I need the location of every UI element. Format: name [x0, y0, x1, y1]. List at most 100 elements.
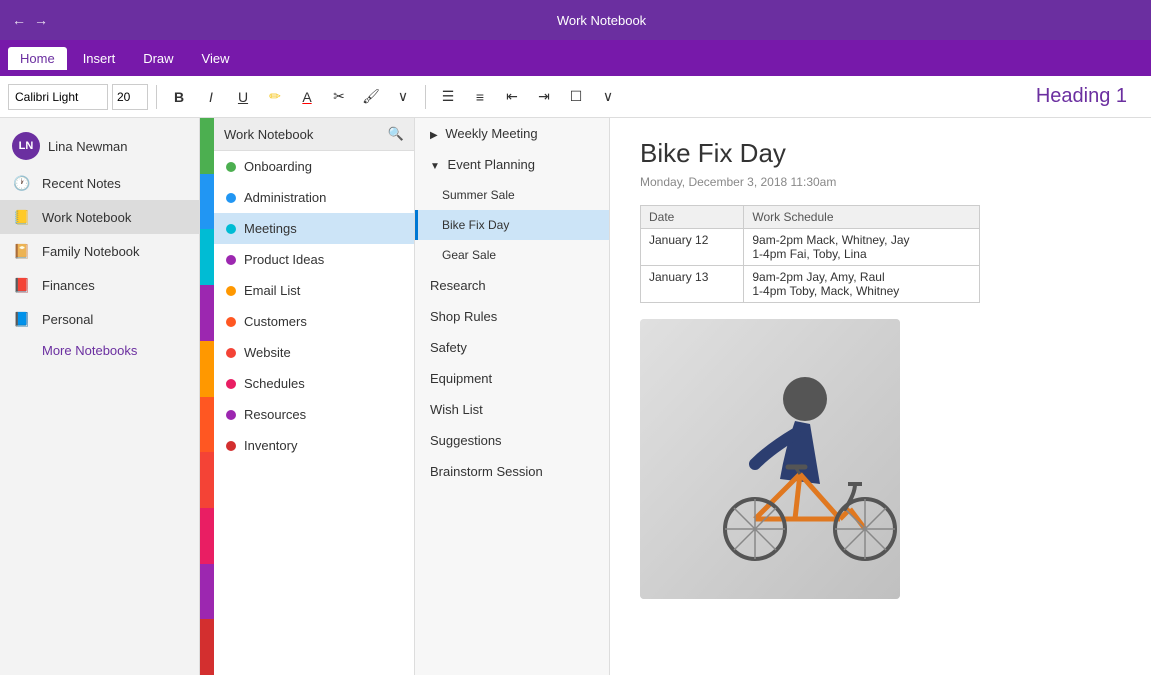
color-tabs: [200, 118, 214, 675]
highlight-button[interactable]: ✏: [261, 83, 289, 111]
font-size-input[interactable]: [112, 84, 148, 110]
user-row[interactable]: LN Lina Newman: [0, 126, 199, 166]
section-inventory[interactable]: Inventory: [214, 430, 414, 461]
sidebar-item-personal[interactable]: 📘 Personal: [0, 302, 199, 336]
section-label-meetings: Meetings: [244, 221, 297, 236]
table-header-schedule: Work Schedule: [744, 206, 980, 229]
page-label-research: Research: [430, 278, 486, 293]
page-label-safety: Safety: [430, 340, 467, 355]
forward-button[interactable]: →: [34, 12, 48, 28]
section-resources[interactable]: Resources: [214, 399, 414, 430]
table-cell-date-1: January 13: [641, 266, 744, 303]
menu-item-home[interactable]: Home: [8, 47, 67, 70]
section-meetings[interactable]: Meetings: [214, 213, 414, 244]
page-label-shop-rules: Shop Rules: [430, 309, 497, 324]
color-tab-4: [200, 341, 214, 397]
section-label-inventory: Inventory: [244, 438, 297, 453]
recent-notes-icon: 🕐: [12, 173, 32, 193]
section-dot-administration: [226, 193, 236, 203]
section-dot-meetings: [226, 224, 236, 234]
sidebar-item-family-notebook[interactable]: 📔 Family Notebook: [0, 234, 199, 268]
color-tab-8: [200, 564, 214, 620]
toolbar-separator-1: [156, 85, 157, 109]
back-button[interactable]: ←: [12, 12, 26, 28]
italic-button[interactable]: I: [197, 83, 225, 111]
page-event-planning[interactable]: ▼ Event Planning: [415, 149, 609, 180]
page-label-event-planning: Event Planning: [448, 157, 535, 172]
page-gear-sale[interactable]: Gear Sale: [415, 240, 609, 270]
sections-header: Work Notebook 🔍: [214, 118, 414, 151]
personal-icon: 📘: [12, 309, 32, 329]
section-label-product-ideas: Product Ideas: [244, 252, 324, 267]
list-dropdown-button[interactable]: ∨: [594, 83, 622, 111]
table-header-date: Date: [641, 206, 744, 229]
page-wish-list[interactable]: Wish List: [415, 394, 609, 425]
page-meta: Monday, December 3, 2018 11:30am: [640, 175, 1121, 189]
font-color-button[interactable]: A: [293, 83, 321, 111]
table-row: January 13 9am-2pm Jay, Amy, Raul 1-4pm …: [641, 266, 980, 303]
paint-button[interactable]: 🖌: [357, 83, 385, 111]
sidebar-item-recent-notes[interactable]: 🕐 Recent Notes: [0, 166, 199, 200]
work-notebook-icon: 📒: [12, 207, 32, 227]
table-cell-schedule-1: 9am-2pm Jay, Amy, Raul 1-4pm Toby, Mack,…: [744, 266, 980, 303]
page-summer-sale[interactable]: Summer Sale: [415, 180, 609, 210]
section-dot-website: [226, 348, 236, 358]
sidebar-item-finances[interactable]: 📕 Finances: [0, 268, 199, 302]
user-name: Lina Newman: [48, 139, 128, 154]
color-tab-7: [200, 508, 214, 564]
schedule-table: Date Work Schedule January 12 9am-2pm Ma…: [640, 205, 980, 303]
page-safety[interactable]: Safety: [415, 332, 609, 363]
page-label-bike-fix-day: Bike Fix Day: [442, 218, 509, 232]
more-notebooks-link[interactable]: More Notebooks: [0, 336, 199, 365]
search-icon[interactable]: 🔍: [388, 126, 404, 142]
sections-panel: Work Notebook 🔍 Onboarding Administratio…: [214, 118, 414, 675]
page-label-wish-list: Wish List: [430, 402, 483, 417]
finances-icon: 📕: [12, 275, 32, 295]
page-suggestions[interactable]: Suggestions: [415, 425, 609, 456]
section-administration[interactable]: Administration: [214, 182, 414, 213]
section-customers[interactable]: Customers: [214, 306, 414, 337]
section-product-ideas[interactable]: Product Ideas: [214, 244, 414, 275]
sidebar-item-work-notebook[interactable]: 📒 Work Notebook: [0, 200, 199, 234]
color-tab-5: [200, 397, 214, 453]
section-schedules[interactable]: Schedules: [214, 368, 414, 399]
page-weekly-meeting[interactable]: ▶ Weekly Meeting: [415, 118, 609, 149]
avatar: LN: [12, 132, 40, 160]
title-bar-title: Work Notebook: [64, 13, 1139, 28]
checkbox-button[interactable]: ☐: [562, 83, 590, 111]
main-layout: LN Lina Newman 🕐 Recent Notes 📒 Work Not…: [0, 118, 1151, 675]
sidebar-item-label-personal: Personal: [42, 312, 93, 327]
bold-button[interactable]: B: [165, 83, 193, 111]
section-label-resources: Resources: [244, 407, 306, 422]
page-brainstorm-session[interactable]: Brainstorm Session: [415, 456, 609, 487]
menu-item-view[interactable]: View: [190, 47, 242, 70]
section-website[interactable]: Website: [214, 337, 414, 368]
page-label-weekly-meeting: Weekly Meeting: [445, 126, 537, 141]
section-onboarding[interactable]: Onboarding: [214, 151, 414, 182]
format-chevron[interactable]: ∨: [389, 83, 417, 111]
menu-item-insert[interactable]: Insert: [71, 47, 128, 70]
content-area: Bike Fix Day Monday, December 3, 2018 11…: [610, 118, 1151, 675]
page-research[interactable]: Research: [415, 270, 609, 301]
numbered-list-button[interactable]: ≡: [466, 83, 494, 111]
color-tab-1: [200, 174, 214, 230]
sidebar-item-label-recent-notes: Recent Notes: [42, 176, 121, 191]
font-name-input[interactable]: [8, 84, 108, 110]
page-shop-rules[interactable]: Shop Rules: [415, 301, 609, 332]
family-notebook-icon: 📔: [12, 241, 32, 261]
bullet-list-button[interactable]: ☰: [434, 83, 462, 111]
toolbar-separator-2: [425, 85, 426, 109]
underline-button[interactable]: U: [229, 83, 257, 111]
indent-increase-button[interactable]: ⇥: [530, 83, 558, 111]
section-label-schedules: Schedules: [244, 376, 305, 391]
toolbar: B I U ✏ A ✂ 🖌 ∨ ☰ ≡ ⇤ ⇥ ☐ ∨ Heading 1: [0, 76, 1151, 118]
section-email-list[interactable]: Email List: [214, 275, 414, 306]
eraser-button[interactable]: ✂: [325, 83, 353, 111]
page-equipment[interactable]: Equipment: [415, 363, 609, 394]
indent-decrease-button[interactable]: ⇤: [498, 83, 526, 111]
menu-item-draw[interactable]: Draw: [131, 47, 185, 70]
page-label-equipment: Equipment: [430, 371, 492, 386]
page-bike-fix-day[interactable]: Bike Fix Day: [415, 210, 609, 240]
color-tab-2: [200, 229, 214, 285]
page-title: Bike Fix Day: [640, 138, 1121, 169]
